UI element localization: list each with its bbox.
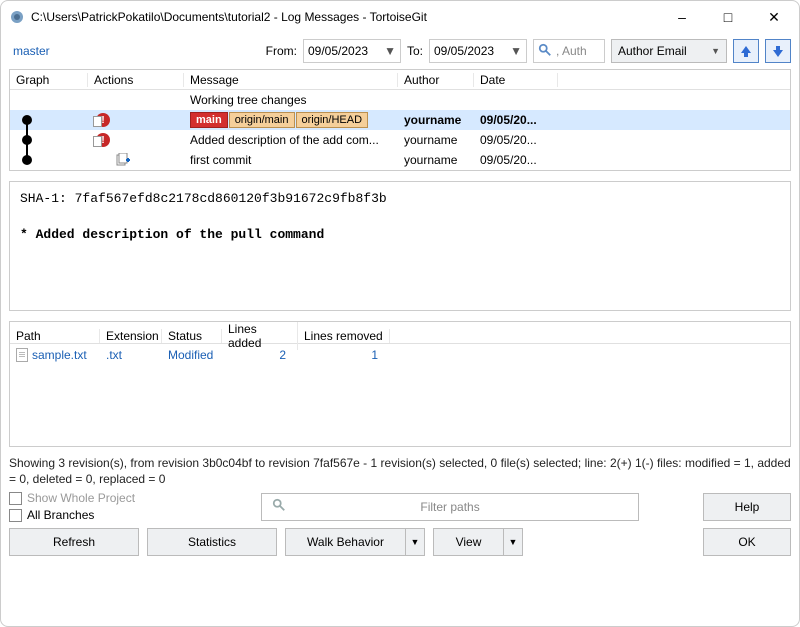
to-date-input[interactable]: 09/05/2023 ▼: [429, 39, 527, 63]
walk-behavior-dropdown[interactable]: ▼: [405, 528, 425, 556]
log-author: yourname: [398, 113, 474, 127]
commit-body: * Added description of the pull command: [20, 227, 324, 242]
filter-paths-placeholder: Filter paths: [420, 500, 479, 514]
from-date-value: 09/05/2023: [308, 44, 368, 58]
chevron-down-icon: ▼: [711, 46, 720, 56]
branch-link[interactable]: master: [9, 42, 54, 60]
checkbox-icon: [9, 492, 22, 505]
log-row[interactable]: ! Added description of the add com... yo…: [10, 130, 790, 150]
all-branches-checkbox[interactable]: All Branches: [9, 508, 135, 522]
log-message: Added description of the add com...: [184, 133, 398, 147]
log-row[interactable]: first commit yourname 09/05/20...: [10, 150, 790, 170]
checkbox-icon: [9, 509, 22, 522]
status-line: Showing 3 revision(s), from revision 3b0…: [9, 455, 791, 487]
graph-cell: [10, 150, 88, 170]
from-label: From:: [266, 44, 297, 58]
file-row[interactable]: sample.txt .txt Modified 2 1: [10, 344, 790, 366]
show-whole-project-label: Show Whole Project: [27, 491, 135, 505]
log-message: first commit: [184, 153, 398, 167]
minimize-button[interactable]: –: [659, 2, 705, 32]
log-date: 09/05/20...: [474, 113, 558, 127]
ok-button[interactable]: OK: [703, 528, 791, 556]
move-up-button[interactable]: [733, 39, 759, 63]
walk-behavior-label: Walk Behavior: [285, 528, 405, 556]
group-by-combo[interactable]: Author Email ▼: [611, 39, 727, 63]
walk-behavior-button[interactable]: Walk Behavior ▼: [285, 528, 425, 556]
ref-tag-origin-head: origin/HEAD: [296, 112, 369, 128]
sha-value: 7faf567efd8c2178cd860120f3b91672c9fb8f3b: [75, 191, 387, 206]
log-pane: Graph Actions Message Author Date Workin…: [9, 69, 791, 171]
author-placeholder: , Auth: [556, 44, 587, 58]
file-lines-removed: 1: [298, 348, 390, 362]
close-button[interactable]: ✕: [751, 2, 797, 32]
app-icon: [9, 9, 25, 25]
to-label: To:: [407, 44, 423, 58]
log-message: main origin/main origin/HEAD: [184, 112, 398, 128]
working-tree-label: Working tree changes: [184, 93, 398, 107]
col-message[interactable]: Message: [184, 73, 398, 87]
view-button[interactable]: View ▼: [433, 528, 523, 556]
ref-tag-main: main: [190, 112, 228, 128]
graph-cell: [10, 110, 88, 130]
from-date-input[interactable]: 09/05/2023 ▼: [303, 39, 401, 63]
col-actions[interactable]: Actions: [88, 73, 184, 87]
search-icon: [272, 498, 286, 515]
group-by-value: Author Email: [618, 44, 687, 58]
log-header: Graph Actions Message Author Date: [10, 70, 790, 90]
author-search-input[interactable]: , Auth: [533, 39, 605, 63]
graph-cell: [10, 130, 88, 150]
log-author: yourname: [398, 133, 474, 147]
statistics-button[interactable]: Statistics: [147, 528, 277, 556]
col-status[interactable]: Status: [162, 329, 222, 343]
col-lines-added[interactable]: Lines added: [222, 322, 298, 350]
move-down-button[interactable]: [765, 39, 791, 63]
log-author: yourname: [398, 153, 474, 167]
search-icon: [538, 43, 552, 60]
ref-tag-origin-main: origin/main: [229, 112, 295, 128]
chevron-down-icon: ▼: [510, 44, 522, 58]
view-dropdown[interactable]: ▼: [503, 528, 523, 556]
col-author[interactable]: Author: [398, 73, 474, 87]
col-extension[interactable]: Extension: [100, 329, 162, 343]
col-lines-removed[interactable]: Lines removed: [298, 329, 390, 343]
file-icon: [16, 348, 28, 362]
commit-detail-pane[interactable]: SHA-1: 7faf567efd8c2178cd860120f3b91672c…: [9, 181, 791, 311]
file-lines-added: 2: [222, 348, 298, 362]
file-status: Modified: [162, 348, 222, 362]
col-path[interactable]: Path: [10, 329, 100, 343]
sha-label: SHA-1:: [20, 191, 67, 206]
all-branches-label: All Branches: [27, 508, 94, 522]
file-path: sample.txt: [10, 348, 100, 363]
log-row[interactable]: ! main origin/main origin/HEAD yourname …: [10, 110, 790, 130]
to-date-value: 09/05/2023: [434, 44, 494, 58]
chevron-down-icon: ▼: [384, 44, 396, 58]
modified-icon: !: [96, 113, 110, 127]
added-icon: [116, 153, 130, 167]
file-header: Path Extension Status Lines added Lines …: [10, 322, 790, 344]
window-title: C:\Users\PatrickPokatilo\Documents\tutor…: [31, 10, 659, 24]
titlebar: C:\Users\PatrickPokatilo\Documents\tutor…: [1, 1, 799, 33]
help-button[interactable]: Help: [703, 493, 791, 521]
view-label: View: [433, 528, 503, 556]
log-date: 09/05/20...: [474, 133, 558, 147]
maximize-button[interactable]: □: [705, 2, 751, 32]
modified-icon: !: [96, 133, 110, 147]
filter-paths-input[interactable]: Filter paths: [261, 493, 639, 521]
log-date: 09/05/20...: [474, 153, 558, 167]
col-graph[interactable]: Graph: [10, 73, 88, 87]
show-whole-project-checkbox[interactable]: Show Whole Project: [9, 491, 135, 505]
file-list-pane: Path Extension Status Lines added Lines …: [9, 321, 791, 447]
working-tree-row[interactable]: Working tree changes: [10, 90, 790, 110]
col-date[interactable]: Date: [474, 73, 558, 87]
file-ext: .txt: [100, 348, 162, 362]
refresh-button[interactable]: Refresh: [9, 528, 139, 556]
